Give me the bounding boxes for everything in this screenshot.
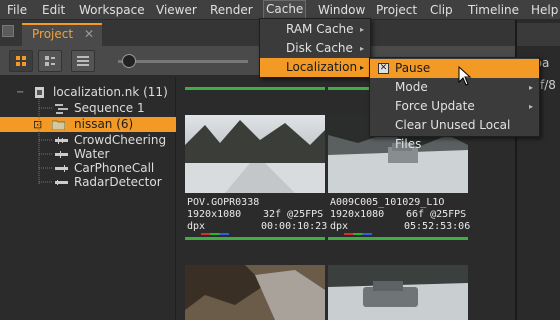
channel-indicator bbox=[201, 233, 229, 235]
menu-item-disk-cache[interactable]: Disk Cache ▸ bbox=[260, 39, 370, 58]
menu-item-label: Localization bbox=[286, 60, 358, 74]
menu-timeline[interactable]: Timeline bbox=[468, 3, 519, 17]
clip-timecode: 05:52:53:06 bbox=[404, 221, 471, 232]
submenu-arrow-icon: ▸ bbox=[528, 83, 533, 92]
tree-item-label: nissan (6) bbox=[74, 117, 134, 131]
channel-indicator bbox=[344, 233, 372, 235]
grid-view-button[interactable] bbox=[9, 50, 33, 72]
menu-viewer[interactable]: Viewer bbox=[156, 3, 197, 17]
submenu-arrow-icon: ▸ bbox=[528, 102, 533, 111]
clip-frames: 32f @25FPS bbox=[263, 209, 324, 220]
submenu-arrow-icon: ▸ bbox=[359, 44, 364, 53]
clip-card[interactable] bbox=[185, 237, 325, 320]
clip-format: dpx bbox=[187, 221, 206, 232]
menu-item-force-update[interactable]: Force Update ▸ bbox=[370, 97, 539, 116]
list-view-button[interactable] bbox=[71, 50, 95, 72]
menu-help[interactable]: Help bbox=[531, 3, 558, 17]
clip-thumbnail bbox=[328, 265, 468, 320]
pane-menu-icon[interactable] bbox=[2, 25, 14, 37]
cache-status-bar bbox=[328, 237, 468, 240]
tree-item-label: RadarDetector bbox=[74, 175, 162, 189]
menu-edit[interactable]: Edit bbox=[42, 3, 65, 17]
menu-cache[interactable]: Cache bbox=[262, 0, 307, 19]
menu-item-label: Pause bbox=[395, 61, 431, 75]
menu-item-label: RAM Cache bbox=[286, 22, 354, 36]
clip-resolution: 1920x1080 bbox=[187, 209, 242, 220]
cache-status-bar bbox=[185, 237, 325, 240]
menu-render[interactable]: Render bbox=[210, 3, 253, 17]
menu-item-ram-cache[interactable]: RAM Cache ▸ bbox=[260, 20, 370, 39]
menu-bar: File Edit Workspace Viewer Render Cache … bbox=[0, 0, 560, 20]
tab-project[interactable]: Project ✕ bbox=[22, 23, 102, 46]
menu-window[interactable]: Window bbox=[318, 3, 365, 17]
clip-card[interactable]: POV.GOPR0338 1920x1080 32f @25FPS dpx 00… bbox=[185, 87, 328, 237]
right-pane-tab[interactable] bbox=[517, 23, 560, 46]
menu-project[interactable]: Project bbox=[376, 3, 417, 17]
grid-view-icon bbox=[16, 56, 26, 66]
clip-thumbnail bbox=[185, 265, 325, 320]
menu-workspace[interactable]: Workspace bbox=[79, 3, 145, 17]
clip-thumbnail bbox=[185, 115, 325, 193]
cache-menu: RAM Cache ▸ Disk Cache ▸ Localization ▸ bbox=[259, 18, 371, 78]
tree-connector-lines bbox=[38, 99, 53, 185]
menu-file[interactable]: File bbox=[7, 3, 27, 17]
menu-item-mode[interactable]: Mode ▸ bbox=[370, 78, 539, 97]
submenu-arrow-icon: ▸ bbox=[359, 63, 364, 72]
clip-name: POV.GOPR0338 bbox=[187, 197, 260, 208]
list-icon bbox=[77, 56, 89, 66]
mouse-cursor-icon bbox=[458, 66, 472, 86]
menu-item-label: Force Update bbox=[395, 99, 475, 113]
menu-item-label: Mode bbox=[395, 80, 428, 94]
clip-timecode: 00:00:10:23 bbox=[261, 221, 328, 232]
close-icon[interactable]: ✕ bbox=[84, 27, 94, 41]
tab-project-label: Project bbox=[32, 27, 74, 41]
clip-frames: 66f @25FPS bbox=[406, 209, 467, 220]
pause-toggle-icon: ✕ bbox=[378, 63, 389, 74]
tree-item-label: CarPhoneCall bbox=[74, 161, 155, 175]
list-thumbnail-icon bbox=[45, 56, 55, 66]
clip-card[interactable] bbox=[328, 237, 468, 320]
slider-handle[interactable] bbox=[122, 54, 136, 68]
cache-status-bar bbox=[185, 87, 325, 90]
thumbnail-size-slider[interactable] bbox=[118, 60, 248, 63]
project-tree: − localization.nk (11) Sequence 1 ⊡ niss… bbox=[0, 77, 176, 320]
menu-clip[interactable]: Clip bbox=[430, 3, 453, 17]
clip-resolution: 1920x1080 bbox=[330, 209, 385, 220]
localization-submenu: ✕ Pause Mode ▸ Force Update ▸ Clear Unus… bbox=[369, 57, 540, 151]
right-pane-text-2: f/8 bbox=[540, 78, 556, 92]
clip-name: A009C005_101029_L1O bbox=[330, 197, 445, 208]
clip-format: dpx bbox=[330, 221, 349, 232]
menu-item-label: Disk Cache bbox=[286, 41, 353, 55]
tree-item-label: Sequence 1 bbox=[74, 101, 145, 115]
submenu-arrow-icon: ▸ bbox=[359, 25, 364, 34]
list-thumbnail-view-button[interactable] bbox=[38, 50, 62, 72]
menu-item-localization[interactable]: Localization ▸ bbox=[260, 58, 370, 77]
menu-item-pause[interactable]: ✕ Pause bbox=[370, 59, 539, 78]
menu-item-label: Clear Unused Local Files bbox=[395, 118, 511, 151]
menu-item-clear-unused[interactable]: Clear Unused Local Files bbox=[370, 116, 539, 151]
tree-item-label: CrowdCheering bbox=[74, 133, 167, 147]
